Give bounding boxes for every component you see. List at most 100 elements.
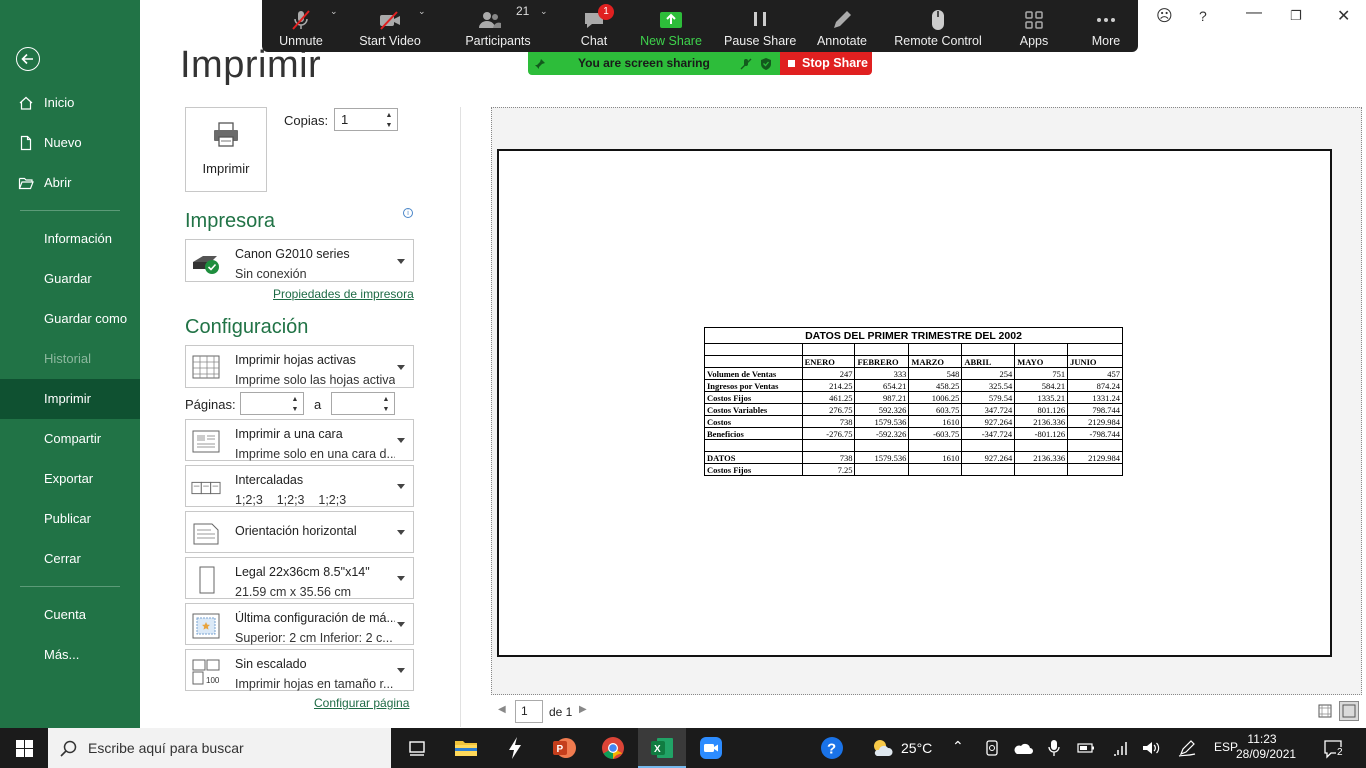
chat-button[interactable]: 1 Chat: [568, 0, 620, 52]
page-number-input[interactable]: 1: [515, 700, 543, 723]
chevron-down-icon[interactable]: ⌄: [540, 6, 548, 17]
device-icon[interactable]: [984, 739, 1000, 757]
svg-text:P: P: [557, 744, 564, 755]
svg-text:?: ?: [827, 741, 836, 758]
stepper-down-icon[interactable]: ▼: [290, 405, 300, 414]
excel-taskbar-button[interactable]: X: [638, 728, 686, 768]
print-what-dropdown[interactable]: Imprimir hojas activas Imprime solo las …: [185, 345, 414, 388]
table-cell: 798.744: [1067, 403, 1123, 416]
page-setup-link[interactable]: Configurar página: [314, 696, 409, 710]
app-lightning-icon[interactable]: [501, 734, 529, 762]
month-header: MAYO: [1014, 355, 1069, 368]
windows-start-icon[interactable]: [16, 740, 33, 757]
next-page-icon[interactable]: ▶: [579, 704, 587, 715]
help-icon[interactable]: ?: [1199, 8, 1207, 24]
table-cell: 987.21: [854, 391, 910, 404]
orientation-dropdown[interactable]: Orientación horizontal: [185, 511, 414, 553]
chrome-icon[interactable]: [599, 734, 627, 762]
file-explorer-icon[interactable]: [452, 734, 480, 762]
minimize-icon[interactable]: —: [1246, 4, 1262, 22]
microphone-icon[interactable]: [1048, 739, 1060, 757]
sidebar-item-imprimir[interactable]: Imprimir: [0, 379, 140, 419]
taskbar-search[interactable]: Escribe aquí para buscar: [48, 728, 391, 768]
printer-heading: Impresora: [185, 210, 276, 232]
battery-icon[interactable]: [1077, 742, 1095, 754]
open-folder-icon: [18, 177, 34, 190]
close-icon[interactable]: ✕: [1337, 6, 1350, 26]
chevron-down-icon[interactable]: ⌄: [330, 6, 338, 17]
stepper-down-icon[interactable]: ▼: [384, 121, 394, 130]
sidebar-item-guardar[interactable]: Guardar: [0, 259, 140, 299]
remote-control-button[interactable]: Remote Control: [890, 0, 986, 52]
sidebar-item-publicar[interactable]: Publicar: [0, 499, 140, 539]
chevron-down-icon[interactable]: ⌄: [418, 6, 426, 17]
start-video-button[interactable]: ⌄ Start Video: [354, 0, 426, 52]
unmute-button[interactable]: ⌄ Unmute: [268, 0, 337, 52]
sharing-indicator[interactable]: You are screen sharing: [528, 52, 780, 75]
stepper-up-icon[interactable]: ▲: [384, 111, 394, 120]
stepper-down-icon[interactable]: ▼: [381, 405, 391, 414]
onedrive-cloud-icon[interactable]: [1013, 741, 1033, 755]
weather-icon[interactable]: [871, 738, 893, 758]
annotate-button[interactable]: Annotate: [812, 0, 872, 52]
pages-to-input[interactable]: ▲ ▼: [331, 392, 395, 415]
back-arrow-icon[interactable]: [16, 47, 40, 71]
table-cell: 347.724: [961, 403, 1016, 416]
table-cell: 7.25: [801, 463, 856, 476]
stepper-up-icon[interactable]: ▲: [381, 395, 391, 404]
sides-dropdown[interactable]: Imprimir a una cara Imprime solo en una …: [185, 419, 414, 461]
margins-dropdown[interactable]: Última configuración de má... Superior: …: [185, 603, 414, 645]
margins-icon: [192, 613, 220, 639]
scaling-dropdown[interactable]: 100 Sin escalado Imprimir hojas en tamañ…: [185, 649, 414, 691]
sidebar-item-cerrar[interactable]: Cerrar: [0, 539, 140, 579]
copies-stepper[interactable]: 1 ▲ ▼: [334, 108, 398, 131]
show-margins-icon[interactable]: [1318, 704, 1332, 718]
pen-workspace-icon[interactable]: [1178, 739, 1196, 757]
sidebar-item-cuenta[interactable]: Cuenta: [0, 595, 140, 635]
prev-page-icon[interactable]: ◀: [498, 704, 506, 715]
restore-icon[interactable]: ❐: [1290, 8, 1302, 24]
wifi-icon[interactable]: [1112, 740, 1130, 756]
participants-button[interactable]: 21 ⌄ Participants: [458, 0, 547, 52]
print-button[interactable]: Imprimir: [185, 107, 267, 192]
sidebar-item-label: Abrir: [44, 175, 72, 190]
language-indicator[interactable]: ESP: [1214, 740, 1238, 754]
task-view-icon[interactable]: [403, 734, 431, 762]
sidebar-item-inicio[interactable]: Inicio: [0, 83, 140, 123]
sidebar-item-exportar[interactable]: Exportar: [0, 459, 140, 499]
frown-feedback-icon[interactable]: ☹: [1156, 6, 1173, 26]
sidebar-item-informacion[interactable]: Información: [0, 219, 140, 259]
powerpoint-icon[interactable]: P: [550, 734, 578, 762]
stepper-up-icon[interactable]: ▲: [290, 395, 300, 404]
new-share-button[interactable]: New Share: [638, 0, 704, 52]
table-row: Costos Variables 276.75 592.326 603.75 347.7…: [704, 403, 1123, 416]
more-button[interactable]: More: [1082, 0, 1130, 52]
chevron-up-icon[interactable]: ⌃: [952, 738, 964, 755]
paper-size-dropdown[interactable]: Legal 22x36cm 8.5"x14" 21.59 cm x 35.56 …: [185, 557, 414, 599]
zoom-app-icon[interactable]: [697, 734, 725, 762]
table-cell: [1014, 463, 1069, 476]
apps-button[interactable]: Apps: [1010, 0, 1058, 52]
pause-share-button[interactable]: Pause Share: [724, 0, 796, 52]
stop-share-button[interactable]: Stop Share: [780, 52, 872, 75]
landscape-page-icon: [193, 523, 219, 545]
printer-properties-link[interactable]: Propiedades de impresora: [273, 287, 414, 301]
system-clock[interactable]: 11:23 28/09/2021: [1236, 732, 1296, 762]
volume-icon[interactable]: [1141, 740, 1161, 756]
table-row: Costos Fijos 7.25: [704, 463, 1123, 476]
sidebar-divider: [20, 210, 120, 211]
weather-temp[interactable]: 25°C: [901, 740, 932, 756]
sidebar-divider: [20, 586, 120, 587]
collate-dropdown[interactable]: Intercaladas 1;2;3 1;2;3 1;2;3: [185, 465, 414, 507]
sidebar-item-compartir[interactable]: Compartir: [0, 419, 140, 459]
sidebar-item-mas[interactable]: Más...: [0, 635, 140, 675]
zoom-to-page-icon[interactable]: [1339, 701, 1359, 721]
sidebar-item-nuevo[interactable]: Nuevo: [0, 123, 140, 163]
help-app-icon[interactable]: ?: [818, 734, 846, 762]
printer-dropdown[interactable]: Canon G2010 series Sin conexión: [185, 239, 414, 282]
sidebar-item-abrir[interactable]: Abrir: [0, 163, 140, 203]
info-icon[interactable]: i: [403, 208, 413, 218]
sidebar-item-guardar-como[interactable]: Guardar como: [0, 299, 140, 339]
pages-from-input[interactable]: ▲ ▼: [240, 392, 304, 415]
search-placeholder: Escribe aquí para buscar: [88, 740, 244, 756]
